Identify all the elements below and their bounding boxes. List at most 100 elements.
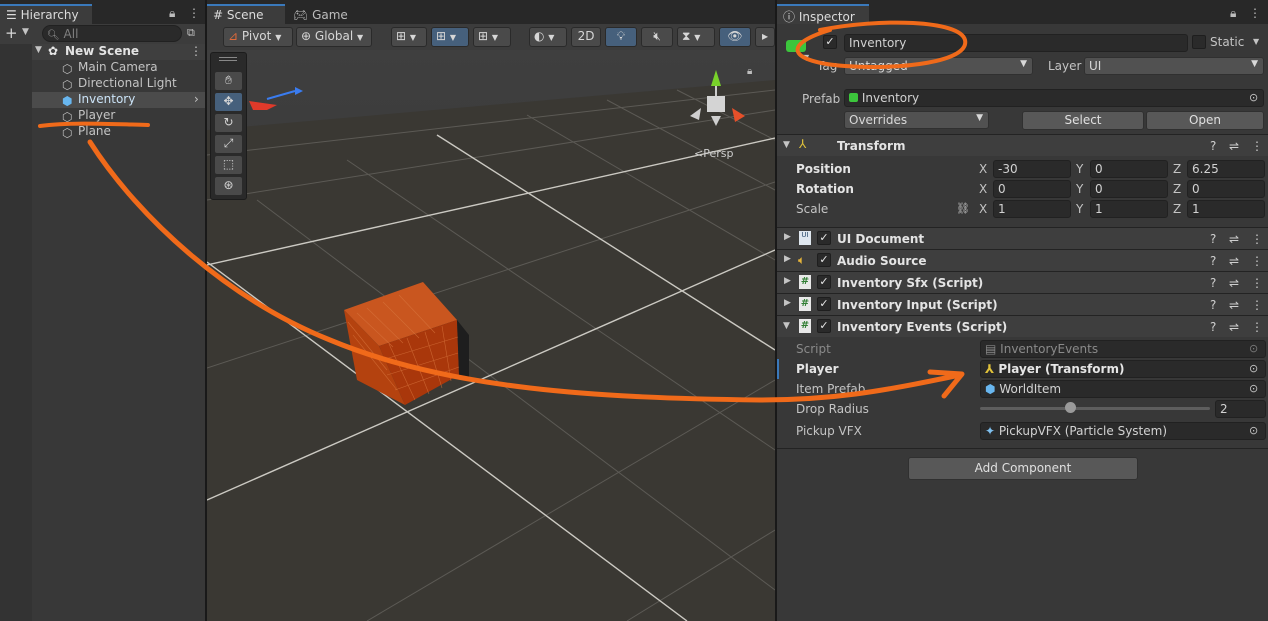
presets-icon[interactable]: ⇌ (1229, 254, 1239, 268)
chevron-right-icon[interactable]: ▶ (784, 276, 791, 286)
rotation-y-field[interactable]: 0 (1090, 180, 1168, 198)
presets-icon[interactable]: ⇌ (1229, 320, 1239, 334)
increment-snap-button[interactable]: ⊞ ▼ (473, 27, 511, 47)
drop-radius-slider-thumb[interactable] (1064, 402, 1076, 413)
mode-2d-button[interactable]: 2D (571, 27, 601, 47)
help-icon[interactable]: ? (1210, 232, 1216, 246)
transform-tool-icon[interactable]: ⊛ (214, 176, 243, 196)
open-button[interactable]: Open (1146, 111, 1264, 130)
lighting-toggle-icon[interactable]: 💡︎ (605, 27, 637, 47)
add-icon[interactable]: + (5, 24, 18, 42)
position-x-field[interactable]: -30 (993, 160, 1071, 178)
rotation-x-field[interactable]: 0 (993, 180, 1071, 198)
more-menu-icon[interactable]: ⋮ (1251, 139, 1263, 153)
scene-viewport[interactable]: <Persp 🔒︎ (207, 50, 775, 621)
object-picker-icon[interactable]: ⊙ (1249, 362, 1258, 375)
drop-radius-slider-track[interactable] (980, 407, 1210, 410)
help-icon[interactable]: ? (1210, 320, 1216, 334)
presets-icon[interactable]: ⇌ (1229, 298, 1239, 312)
rect-tool-icon[interactable]: ⬚ (214, 155, 243, 175)
ui-document-enabled-checkbox[interactable]: ✓ (817, 231, 831, 245)
scale-y-field[interactable]: 1 (1090, 200, 1168, 218)
pivot-dropdown[interactable]: ⊿ Pivot ▼ (223, 27, 293, 47)
tab-game[interactable]: 🎮︎ Game (287, 4, 357, 24)
hierarchy-search-input[interactable]: 🔍︎ All (42, 25, 182, 42)
chevron-right-icon[interactable]: ▶ (784, 232, 791, 242)
layer-dropdown[interactable]: UI ▼ (1084, 57, 1264, 75)
presets-icon[interactable]: ⇌ (1229, 139, 1239, 153)
inventory-input-enabled-checkbox[interactable]: ✓ (817, 297, 831, 311)
constrain-proportions-icon[interactable]: ⛓ (956, 202, 970, 215)
scene-search-icon[interactable]: ⧉ (187, 26, 195, 40)
help-icon[interactable]: ? (1210, 276, 1216, 290)
chevron-down-icon[interactable]: ▼ (22, 27, 29, 37)
add-component-button[interactable]: Add Component (908, 457, 1138, 480)
select-button[interactable]: Select (1022, 111, 1144, 130)
more-menu-icon[interactable]: ⋮ (1251, 232, 1263, 246)
ui-document-header[interactable]: ▶ UI ✓ UI Document ? ⇌ ⋮ (777, 227, 1268, 249)
chevron-down-icon[interactable]: ▼ (783, 140, 790, 150)
item-prefab-field[interactable]: ⬢ WorldItem (980, 380, 1266, 398)
tab-scene[interactable]: # Scene (207, 4, 285, 24)
more-menu-icon[interactable]: ⋮ (1251, 298, 1263, 312)
effects-toggle-button[interactable]: ⧗ ▼ (677, 27, 715, 47)
rotate-tool-icon[interactable]: ↻ (214, 113, 243, 133)
move-tool-icon[interactable]: ✥ (214, 92, 243, 112)
rotation-z-field[interactable]: 0 (1187, 180, 1265, 198)
chevron-down-icon[interactable]: ▼ (783, 321, 790, 331)
shading-mode-button[interactable]: ◐ ▼ (529, 27, 567, 47)
overrides-dropdown[interactable]: Overrides ▼ (844, 111, 989, 129)
lock-icon[interactable]: 🔒︎ (169, 6, 175, 21)
hand-tool-icon[interactable]: ✋︎ (214, 71, 243, 91)
object-picker-icon[interactable]: ⊙ (1249, 424, 1258, 437)
grid-toggle-button[interactable]: ⊞ ▼ (391, 27, 427, 47)
pickup-vfx-field[interactable]: ✦ PickupVFX (Particle System) (980, 422, 1266, 440)
drop-radius-field[interactable]: 2 (1215, 400, 1266, 418)
chevron-right-icon[interactable]: › (194, 92, 199, 106)
more-menu-icon[interactable]: ⋮ (1251, 320, 1263, 334)
help-icon[interactable]: ? (1210, 139, 1216, 153)
gizmo-lock-icon[interactable]: 🔒︎ (747, 66, 752, 77)
inventory-events-enabled-checkbox[interactable]: ✓ (817, 319, 831, 333)
scale-tool-icon[interactable]: ⤢ (214, 134, 243, 154)
scene-visibility-icon[interactable]: 👁︎ (719, 27, 751, 47)
inventory-sfx-enabled-checkbox[interactable]: ✓ (817, 275, 831, 289)
object-name-field[interactable]: Inventory (844, 34, 1188, 52)
audio-source-enabled-checkbox[interactable]: ✓ (817, 253, 831, 267)
chevron-right-icon[interactable]: ▶ (784, 298, 791, 308)
chevron-right-icon[interactable]: ▶ (784, 254, 791, 264)
audio-source-header[interactable]: ▶ 🔈︎ ✓ Audio Source ? ⇌ ⋮ (777, 249, 1268, 271)
scale-x-field[interactable]: 1 (993, 200, 1071, 218)
chevron-down-icon[interactable]: ▼ (803, 53, 809, 62)
position-y-field[interactable]: 0 (1090, 160, 1168, 178)
prefab-asset-field[interactable]: Inventory (844, 89, 1264, 107)
help-icon[interactable]: ? (1210, 298, 1216, 312)
more-menu-icon[interactable]: ⋮ (1251, 254, 1263, 268)
transform-header[interactable]: ▼ ⅄ Transform ? ⇌ ⋮ (777, 134, 1268, 156)
inventory-sfx-header[interactable]: ▶ # ✓ Inventory Sfx (Script) ? ⇌ ⋮ (777, 271, 1268, 293)
more-menu-icon[interactable]: ⋮ (1249, 6, 1261, 20)
tab-inspector[interactable]: ⓘ Inspector (777, 4, 869, 24)
tag-dropdown[interactable]: Untagged ▼ (844, 57, 1033, 75)
inventory-input-header[interactable]: ▶ # ✓ Inventory Input (Script) ? ⇌ ⋮ (777, 293, 1268, 315)
persp-label[interactable]: <Persp (694, 147, 733, 160)
presets-icon[interactable]: ⇌ (1229, 276, 1239, 290)
more-menu-icon[interactable]: ⋮ (190, 44, 202, 58)
snap-toggle-button[interactable]: ⊞ ▼ (431, 27, 469, 47)
camera-settings-button[interactable]: ▸ (755, 27, 775, 47)
overlay-drag-handle[interactable] (219, 57, 237, 61)
help-icon[interactable]: ? (1210, 254, 1216, 268)
chevron-down-icon[interactable]: ▼ (1253, 37, 1259, 46)
active-checkbox[interactable]: ✓ (823, 35, 837, 49)
player-field[interactable]: ⅄ Player (Transform) (980, 360, 1266, 378)
more-menu-icon[interactable]: ⋮ (188, 6, 200, 20)
position-z-field[interactable]: 6.25 (1187, 160, 1265, 178)
tab-hierarchy[interactable]: ☰ Hierarchy (0, 4, 92, 24)
inventory-events-header[interactable]: ▼ # ✓ Inventory Events (Script) ? ⇌ ⋮ (777, 315, 1268, 337)
more-menu-icon[interactable]: ⋮ (1251, 276, 1263, 290)
chevron-down-icon[interactable]: ▼ (35, 45, 42, 55)
static-checkbox[interactable] (1192, 35, 1206, 49)
global-dropdown[interactable]: ⊕ Global ▼ (296, 27, 372, 47)
lock-icon[interactable]: 🔒︎ (1230, 6, 1236, 21)
presets-icon[interactable]: ⇌ (1229, 232, 1239, 246)
